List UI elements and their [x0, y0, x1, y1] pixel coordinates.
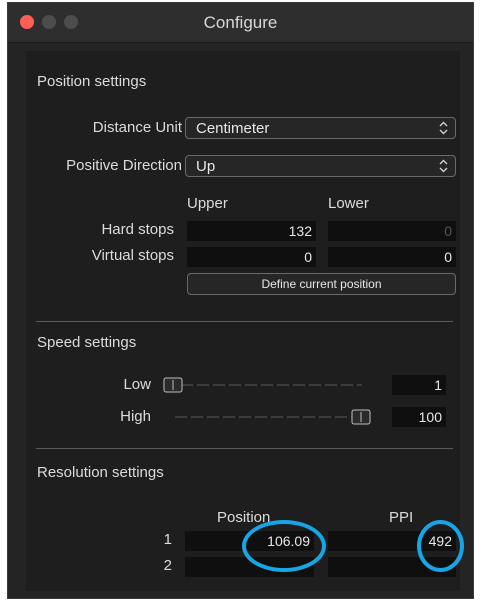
hard-stops-lower-field: 0: [328, 221, 456, 241]
resolution-settings-heading: Resolution settings: [37, 464, 164, 481]
positive-direction-value: Up: [196, 158, 216, 175]
define-current-position-button[interactable]: Define current position: [187, 273, 456, 295]
distance-unit-select[interactable]: Centimeter: [185, 117, 456, 139]
low-speed-slider[interactable]: [162, 377, 366, 393]
high-speed-label: High: [120, 408, 151, 425]
virtual-stops-upper-field[interactable]: 0: [187, 247, 316, 267]
divider: [36, 321, 453, 322]
chevron-up-down-icon: [439, 159, 448, 173]
distance-unit-value: Centimeter: [196, 120, 270, 137]
low-speed-field[interactable]: 1: [392, 375, 446, 395]
configure-window: Configure Position settings Distance Uni…: [7, 2, 474, 599]
virtual-stops-label: Virtual stops: [91, 247, 174, 264]
position-settings-heading: Position settings: [37, 73, 147, 90]
virtual-stops-lower-field[interactable]: 0: [328, 247, 456, 267]
window-title: Configure: [203, 13, 278, 32]
resolution-row-index: 1: [163, 531, 172, 548]
ppi-header: PPI: [389, 509, 414, 526]
high-speed-field[interactable]: 100: [392, 407, 446, 427]
lower-header: Lower: [328, 195, 369, 212]
hard-stops-upper-field[interactable]: 132: [187, 221, 316, 241]
settings-panel: Position settings Distance Unit Centimet…: [26, 51, 464, 591]
upper-header: Upper: [187, 195, 228, 212]
positive-direction-select[interactable]: Up: [185, 155, 456, 177]
hard-stops-label: Hard stops: [101, 221, 174, 238]
high-speed-slider[interactable]: [172, 409, 384, 425]
resolution-row-index: 2: [163, 557, 172, 574]
title-bar: Configure: [8, 3, 473, 43]
highlight-circle: [417, 520, 464, 572]
divider: [36, 448, 453, 449]
speed-settings-heading: Speed settings: [37, 334, 137, 351]
distance-unit-label: Distance Unit: [92, 119, 182, 136]
positive-direction-label: Positive Direction: [66, 157, 182, 174]
low-speed-label: Low: [123, 376, 151, 393]
highlight-circle: [242, 520, 326, 572]
chevron-up-down-icon: [439, 121, 448, 135]
